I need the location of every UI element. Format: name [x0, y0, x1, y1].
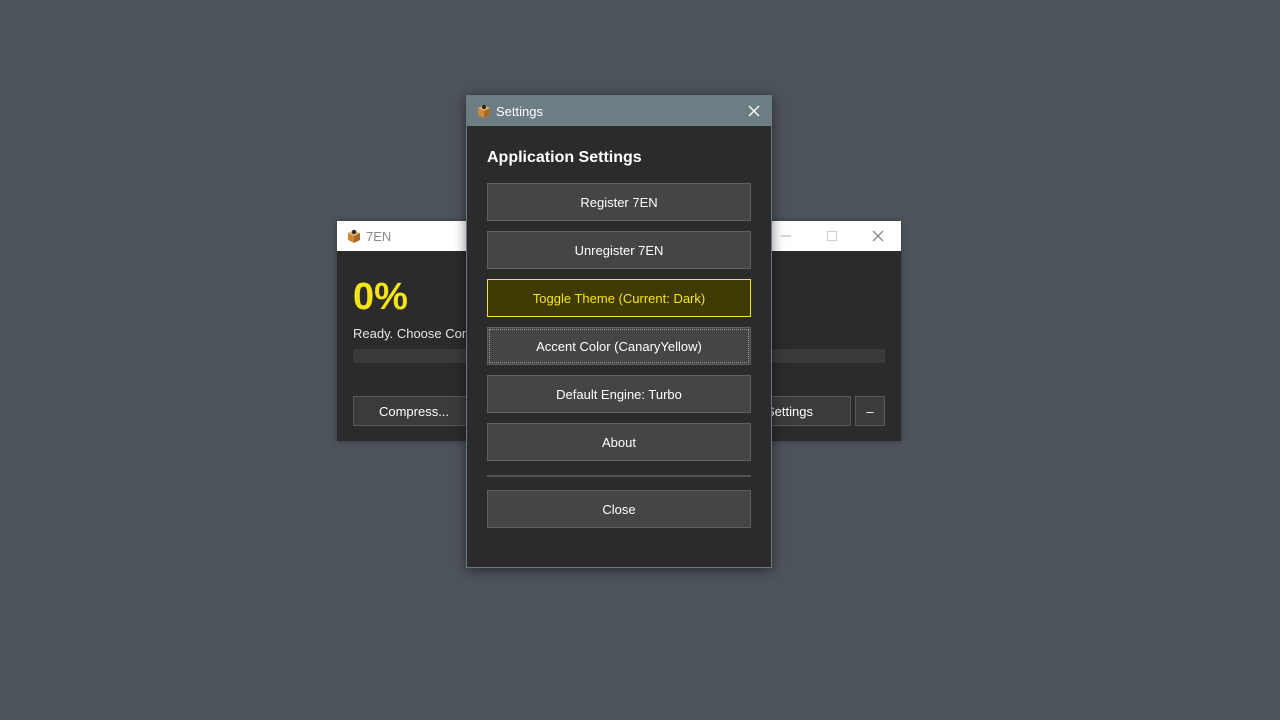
accent-color-button[interactable]: Accent Color (CanaryYellow)	[487, 327, 751, 365]
toggle-theme-button[interactable]: Toggle Theme (Current: Dark)	[487, 279, 751, 317]
app-box-icon	[476, 103, 492, 119]
app-box-icon	[346, 228, 362, 244]
close-button[interactable]: Close	[487, 490, 751, 528]
close-icon[interactable]	[855, 221, 901, 251]
register-button[interactable]: Register 7EN	[487, 183, 751, 221]
settings-heading: Application Settings	[487, 149, 642, 166]
default-engine-button[interactable]: Default Engine: Turbo	[487, 375, 751, 413]
divider	[487, 475, 751, 477]
settings-dialog: Settings Application Settings Register 7…	[466, 95, 772, 568]
compress-button[interactable]: Compress...	[353, 396, 475, 426]
status-text: Ready. Choose Com	[353, 326, 473, 341]
close-icon[interactable]	[737, 96, 771, 126]
progress-percent: 0%	[353, 276, 408, 318]
unregister-button[interactable]: Unregister 7EN	[487, 231, 751, 269]
settings-titlebar[interactable]: Settings	[467, 96, 771, 126]
more-button[interactable]: –	[855, 396, 885, 426]
about-button[interactable]: About	[487, 423, 751, 461]
maximize-icon[interactable]	[809, 221, 855, 251]
main-window-title: 7EN	[366, 229, 392, 244]
settings-title: Settings	[496, 104, 543, 119]
